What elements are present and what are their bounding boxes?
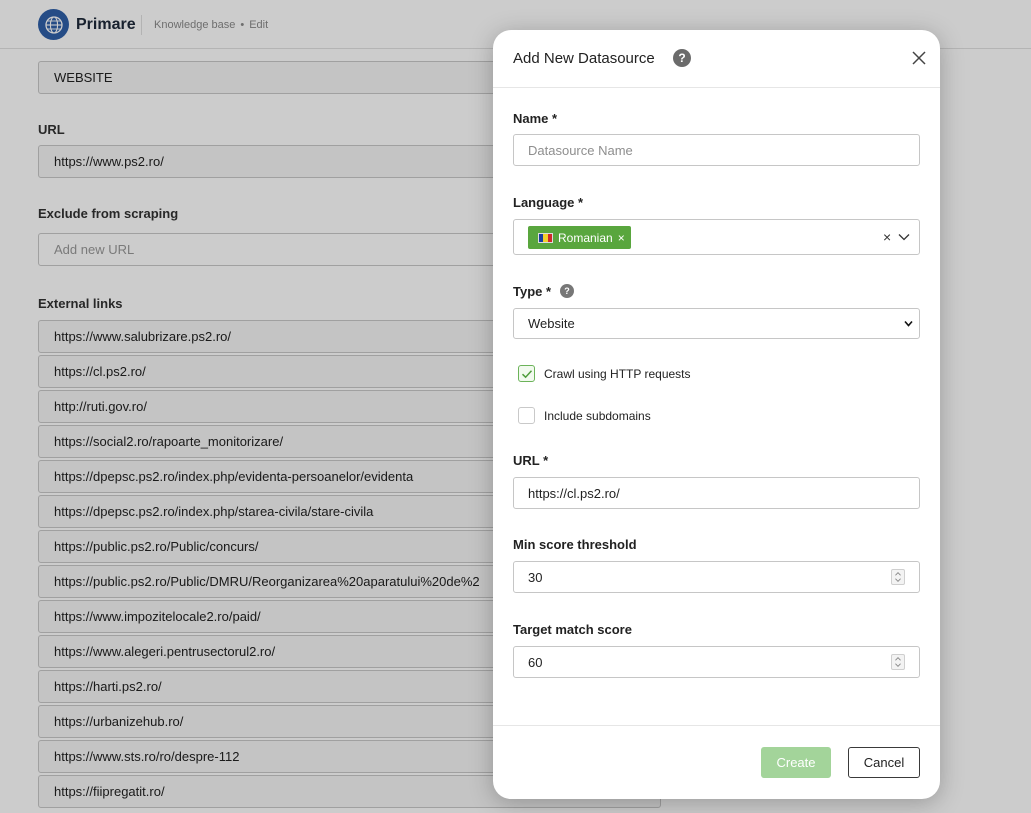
crawl-http-option[interactable]: Crawl using HTTP requests [518, 365, 691, 382]
clear-selection-icon[interactable]: × [883, 229, 891, 245]
spinner-icon[interactable] [891, 569, 905, 585]
target-score-label: Target match score [513, 622, 632, 637]
include-subdomains-checkbox[interactable] [518, 407, 535, 424]
type-select-value: Website [528, 316, 575, 331]
crawl-http-checkbox[interactable] [518, 365, 535, 382]
check-icon [521, 369, 532, 378]
language-multiselect[interactable]: Romanian × × [513, 219, 920, 255]
language-chip-label: Romanian [558, 230, 613, 245]
modal-title: Add New Datasource [513, 50, 655, 67]
min-score-input[interactable]: 30 [513, 561, 920, 593]
target-score-value: 60 [528, 654, 543, 670]
close-icon [912, 51, 926, 65]
modal-header: Add New Datasource ? [493, 30, 940, 88]
spinner-icon[interactable] [891, 654, 905, 670]
min-score-label: Min score threshold [513, 537, 637, 552]
flag-icon [538, 232, 553, 243]
language-chip-romanian: Romanian × [528, 226, 631, 249]
create-button[interactable]: Create [761, 747, 831, 778]
crawl-http-label: Crawl using HTTP requests [544, 366, 691, 381]
close-button[interactable] [910, 49, 928, 67]
type-label: Type * [513, 284, 552, 299]
modal-url-input[interactable] [513, 477, 920, 509]
name-label: Name * [513, 111, 558, 126]
include-subdomains-option[interactable]: Include subdomains [518, 407, 651, 424]
chip-remove-icon[interactable]: × [618, 231, 625, 245]
add-datasource-modal: Add New Datasource ? Name * Language * R… [493, 30, 940, 799]
include-subdomains-label: Include subdomains [544, 408, 651, 423]
datasource-name-input[interactable] [513, 134, 920, 166]
modal-footer: Create Cancel [493, 725, 940, 799]
target-score-input[interactable]: 60 [513, 646, 920, 678]
chevron-down-icon [904, 320, 913, 327]
type-select[interactable]: Website [513, 308, 920, 339]
min-score-value: 30 [528, 569, 543, 585]
help-icon[interactable]: ? [673, 49, 691, 67]
type-help-icon[interactable]: ? [560, 284, 574, 298]
cancel-button[interactable]: Cancel [848, 747, 920, 778]
chevron-down-icon[interactable] [898, 231, 910, 243]
language-label: Language * [513, 195, 584, 210]
modal-url-label: URL * [513, 453, 549, 468]
